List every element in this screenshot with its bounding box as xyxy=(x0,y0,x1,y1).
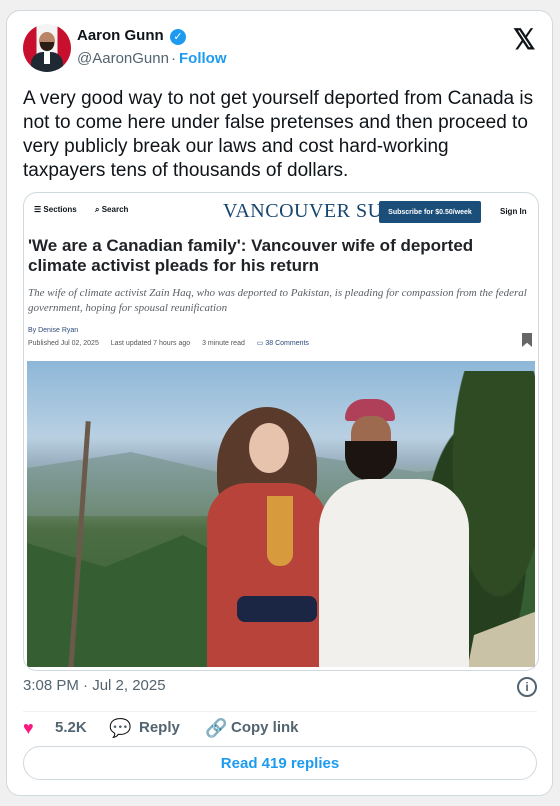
article-dek: The wife of climate activist Zain Haq, w… xyxy=(28,287,527,314)
reply-icon[interactable]: 💬 xyxy=(109,718,131,738)
published-date: Published Jul 02, 2025 xyxy=(28,340,99,347)
sections-label: Sections xyxy=(43,205,77,214)
verified-badge-icon: ✓ xyxy=(170,29,186,45)
link-icon[interactable]: 🔗 xyxy=(205,718,227,739)
bookmark-icon[interactable] xyxy=(522,333,532,347)
hamburger-icon: ☰ xyxy=(34,205,42,214)
subscribe-button[interactable]: Subscribe for $0.50/week xyxy=(379,201,481,223)
reply-label[interactable]: Reply xyxy=(139,719,180,736)
tweet-timestamp[interactable]: 3:08 PM · Jul 2, 2025 xyxy=(23,677,166,694)
avatar-shirt xyxy=(44,52,50,64)
author-name[interactable]: Aaron Gunn xyxy=(77,27,164,44)
follow-button[interactable]: Follow xyxy=(179,50,227,67)
divider xyxy=(23,711,537,712)
x-logo-icon[interactable]: 𝕏 xyxy=(513,23,536,56)
article-meta: Published Jul 02, 2025 Last updated 7 ho… xyxy=(28,339,309,347)
sign-in-link[interactable]: Sign In xyxy=(500,207,527,216)
brand-logo: VANCOUVER SUN xyxy=(223,200,398,222)
author-handle[interactable]: @AaronGunn xyxy=(77,50,169,67)
sections-menu[interactable]: ☰ Sections xyxy=(34,205,77,214)
copy-link-label[interactable]: Copy link xyxy=(231,719,299,736)
search-label: Search xyxy=(101,205,129,214)
article-headline[interactable]: 'We are a Canadian family': Vancouver wi… xyxy=(28,236,528,276)
like-count[interactable]: 5.2K xyxy=(55,719,87,736)
embroidery xyxy=(267,496,293,566)
search-link[interactable]: ⌕ Search xyxy=(95,205,128,215)
read-replies-button[interactable]: Read 419 replies xyxy=(23,746,537,780)
heart-icon[interactable]: ♥ xyxy=(23,719,41,737)
tweet-text: A very good way to not get yourself depo… xyxy=(23,88,534,181)
search-icon: ⌕ xyxy=(95,205,100,214)
handle-separator: · xyxy=(171,50,176,67)
avatar[interactable] xyxy=(23,24,71,72)
article-photo xyxy=(27,361,535,667)
article-byline[interactable]: By Denise Ryan xyxy=(28,327,78,334)
article-embed[interactable]: ☰ Sections ⌕ Search VANCOUVER SUN Subscr… xyxy=(23,192,539,671)
tweet-card: Aaron Gunn ✓ @AaronGunn · Follow 𝕏 A ver… xyxy=(6,10,553,796)
avatar-beard xyxy=(40,42,54,51)
comments-link[interactable]: 38 Comments xyxy=(265,340,309,347)
woman-face xyxy=(249,423,289,473)
info-icon[interactable]: i xyxy=(517,677,537,697)
comment-icon: ▭ xyxy=(256,340,264,347)
man-shirt xyxy=(319,479,469,667)
belt-bag xyxy=(237,596,317,622)
updated-date: Last updated 7 hours ago xyxy=(110,340,191,347)
read-time: 3 minute read xyxy=(202,340,245,347)
